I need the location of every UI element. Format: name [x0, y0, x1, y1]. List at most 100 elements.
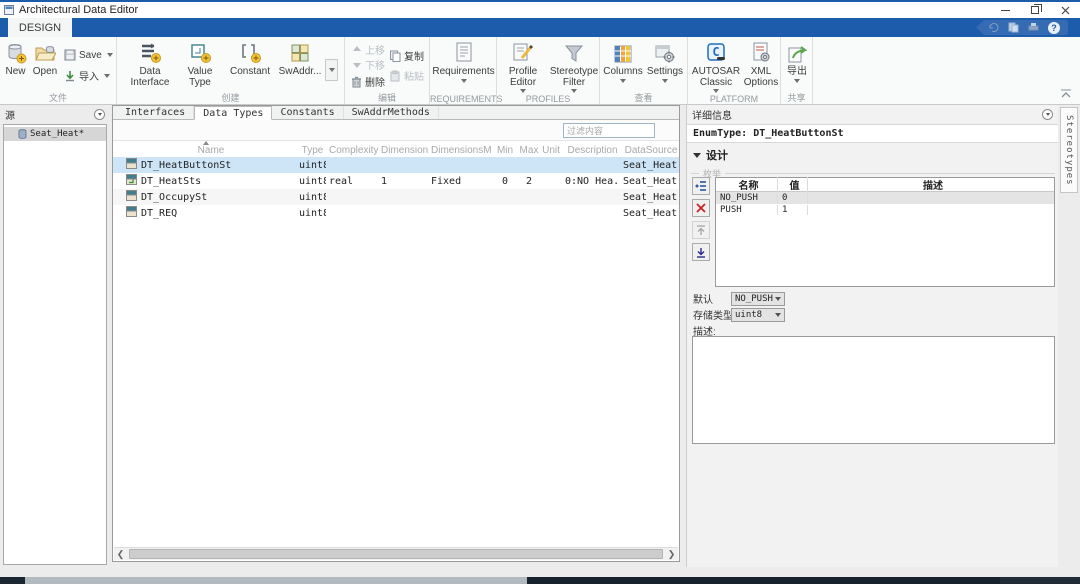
default-value-select[interactable]: NO_PUSH: [731, 291, 785, 306]
tab-constants[interactable]: Constants: [272, 106, 344, 119]
description-textarea[interactable]: [692, 336, 1055, 444]
column-header-complexity[interactable]: Complexity: [326, 145, 378, 156]
tab-stereotypes[interactable]: Stereotypes: [1060, 107, 1078, 193]
scroll-left-icon[interactable]: ❮: [114, 548, 127, 560]
complexity-cell: real: [329, 175, 354, 187]
settings-button[interactable]: Settings: [644, 40, 686, 83]
undo-icon[interactable]: [988, 22, 999, 33]
row-name: DT_HeatSts: [141, 175, 202, 187]
button-label: Value Type: [187, 66, 213, 88]
paste-button[interactable]: 粘贴: [389, 68, 424, 83]
import-icon: [66, 70, 74, 81]
type-cell: uint8: [299, 175, 326, 187]
move-to-top-icon: [697, 224, 705, 235]
data-interface-button[interactable]: Data Interface: [126, 40, 174, 88]
taskbar-start-segment[interactable]: [0, 577, 25, 584]
horizontal-scrollbar[interactable]: ❮ ❯: [114, 547, 678, 560]
table-row-dt_heatbuttonst[interactable]: DT_HeatButtonSt uint8 Seat_Heat...: [113, 157, 679, 173]
overflow-caret-icon: [328, 68, 335, 72]
enum-row-push[interactable]: PUSH 1: [716, 204, 1054, 216]
column-header-datasource[interactable]: DataSource: [620, 145, 679, 156]
close-button[interactable]: [1050, 2, 1080, 18]
columns-icon: [613, 40, 633, 64]
column-header-dimensions[interactable]: Dimensions: [378, 145, 428, 156]
profile-editor-button[interactable]: Profile Editor: [499, 40, 547, 93]
column-header-name[interactable]: Name: [113, 145, 296, 156]
constant-button[interactable]: Constant: [226, 40, 274, 77]
column-header-dimensionsmode[interactable]: DimensionsMode: [428, 145, 492, 156]
table-row-dt_occupyst[interactable]: DT_OccupySt uint8 Seat_Heat...: [113, 189, 679, 205]
scrollbar-thumb[interactable]: [129, 549, 663, 559]
data-source-cell: Seat_Heat...: [623, 159, 679, 171]
move-enum-top-button[interactable]: [692, 221, 710, 239]
taskbar-tray-segment[interactable]: [1000, 577, 1080, 584]
app-icon: [4, 5, 14, 15]
column-header-description[interactable]: Description: [562, 145, 620, 156]
scroll-right-icon[interactable]: ❯: [665, 548, 678, 560]
help-icon[interactable]: ?: [1048, 21, 1060, 34]
open-button[interactable]: Open: [30, 40, 60, 77]
delete-enum-row-button[interactable]: [692, 199, 710, 217]
stereotype-filter-button[interactable]: Stereotype Filter: [549, 40, 599, 93]
section-label-create: 创建: [221, 93, 240, 103]
import-dropdown-icon[interactable]: [104, 73, 110, 78]
data-source-cell: Seat_Heat...: [623, 207, 679, 219]
save-button[interactable]: Save: [64, 49, 113, 61]
taskbar-search-segment[interactable]: [25, 577, 527, 584]
move-up-button[interactable]: 上移: [352, 42, 385, 57]
import-button[interactable]: 导入: [64, 68, 110, 83]
autosar-icon: C: [705, 40, 727, 64]
tree-item-seat-heat[interactable]: Seat_Heat*: [4, 127, 106, 141]
move-down-button[interactable]: 下移: [352, 57, 385, 72]
copy-button[interactable]: 复制: [389, 48, 424, 63]
delete-button[interactable]: 删除: [351, 74, 385, 89]
column-header-min[interactable]: Min: [492, 145, 518, 156]
architectural-data-editor-window: Architectural Data Editor DESIGN ? New O…: [0, 0, 1080, 584]
table-row-dt_heatsts[interactable]: DT_HeatSts uint8real 1 Fixed 0 2 0:NO Hea...Se…: [113, 173, 679, 189]
profile-editor-icon: [512, 40, 534, 64]
tab-interfaces[interactable]: Interfaces: [117, 106, 195, 119]
filter-input[interactable]: [563, 123, 655, 138]
export-button[interactable]: 导出: [783, 40, 811, 83]
save-dropdown-icon[interactable]: [106, 53, 113, 57]
collapse-toolstrip-icon[interactable]: [1060, 89, 1072, 98]
tab-swaddrmethods[interactable]: SwAddrMethods: [344, 106, 439, 119]
new-button[interactable]: New: [2, 40, 29, 77]
column-header-type[interactable]: Type: [296, 145, 326, 156]
details-collapse-icon[interactable]: [1042, 108, 1053, 120]
column-header-unit[interactable]: Unit: [540, 145, 562, 156]
title-bar: Architectural Data Editor: [0, 2, 1080, 18]
section-edit: 上移 下移 删除 复制 粘贴 编辑: [345, 37, 430, 104]
design-section-header[interactable]: 设计: [693, 147, 728, 163]
storage-type-row: 存储类型 uint8: [693, 307, 785, 322]
tab-data-types[interactable]: Data Types: [194, 106, 273, 120]
storage-type-select[interactable]: uint8: [731, 307, 785, 322]
autosar-classic-button[interactable]: C AUTOSAR Classic: [690, 40, 742, 93]
move-up-icon: [353, 46, 361, 51]
section-share: 导出 共享: [781, 37, 813, 104]
name-cell: DT_REQ: [113, 206, 296, 220]
create-overflow-button[interactable]: [325, 59, 338, 81]
value-type-icon: [189, 40, 211, 64]
save-icon: [64, 49, 76, 61]
restore-button[interactable]: [1020, 2, 1050, 18]
data-table-header: NameTypeComplexityDimensionsDimensionsMo…: [113, 141, 679, 157]
swaddr-button[interactable]: SwAddr...: [276, 40, 324, 77]
dimensions-mode-cell: Fixed: [431, 175, 462, 187]
table-row-dt_req[interactable]: DT_REQ uint8 Seat_Heat...: [113, 205, 679, 221]
column-header-max[interactable]: Max: [518, 145, 540, 156]
move-enum-bottom-button[interactable]: [692, 243, 710, 261]
print-icon[interactable]: [1028, 22, 1039, 33]
row-name: DT_REQ: [141, 207, 178, 219]
add-enum-row-button[interactable]: [692, 177, 710, 195]
minimize-button[interactable]: [990, 2, 1020, 18]
enum-row-no-push[interactable]: NO_PUSH 0: [716, 192, 1054, 204]
xml-options-button[interactable]: XML Options: [742, 40, 780, 88]
columns-button[interactable]: Columns: [602, 40, 644, 83]
tab-design[interactable]: DESIGN: [8, 18, 72, 37]
requirements-button[interactable]: Requirements: [430, 40, 497, 83]
value-type-button[interactable]: Value Type: [176, 40, 224, 88]
source-collapse-icon[interactable]: [94, 108, 105, 120]
copy-page-icon[interactable]: [1008, 22, 1019, 33]
sort-icon[interactable]: [203, 141, 209, 145]
